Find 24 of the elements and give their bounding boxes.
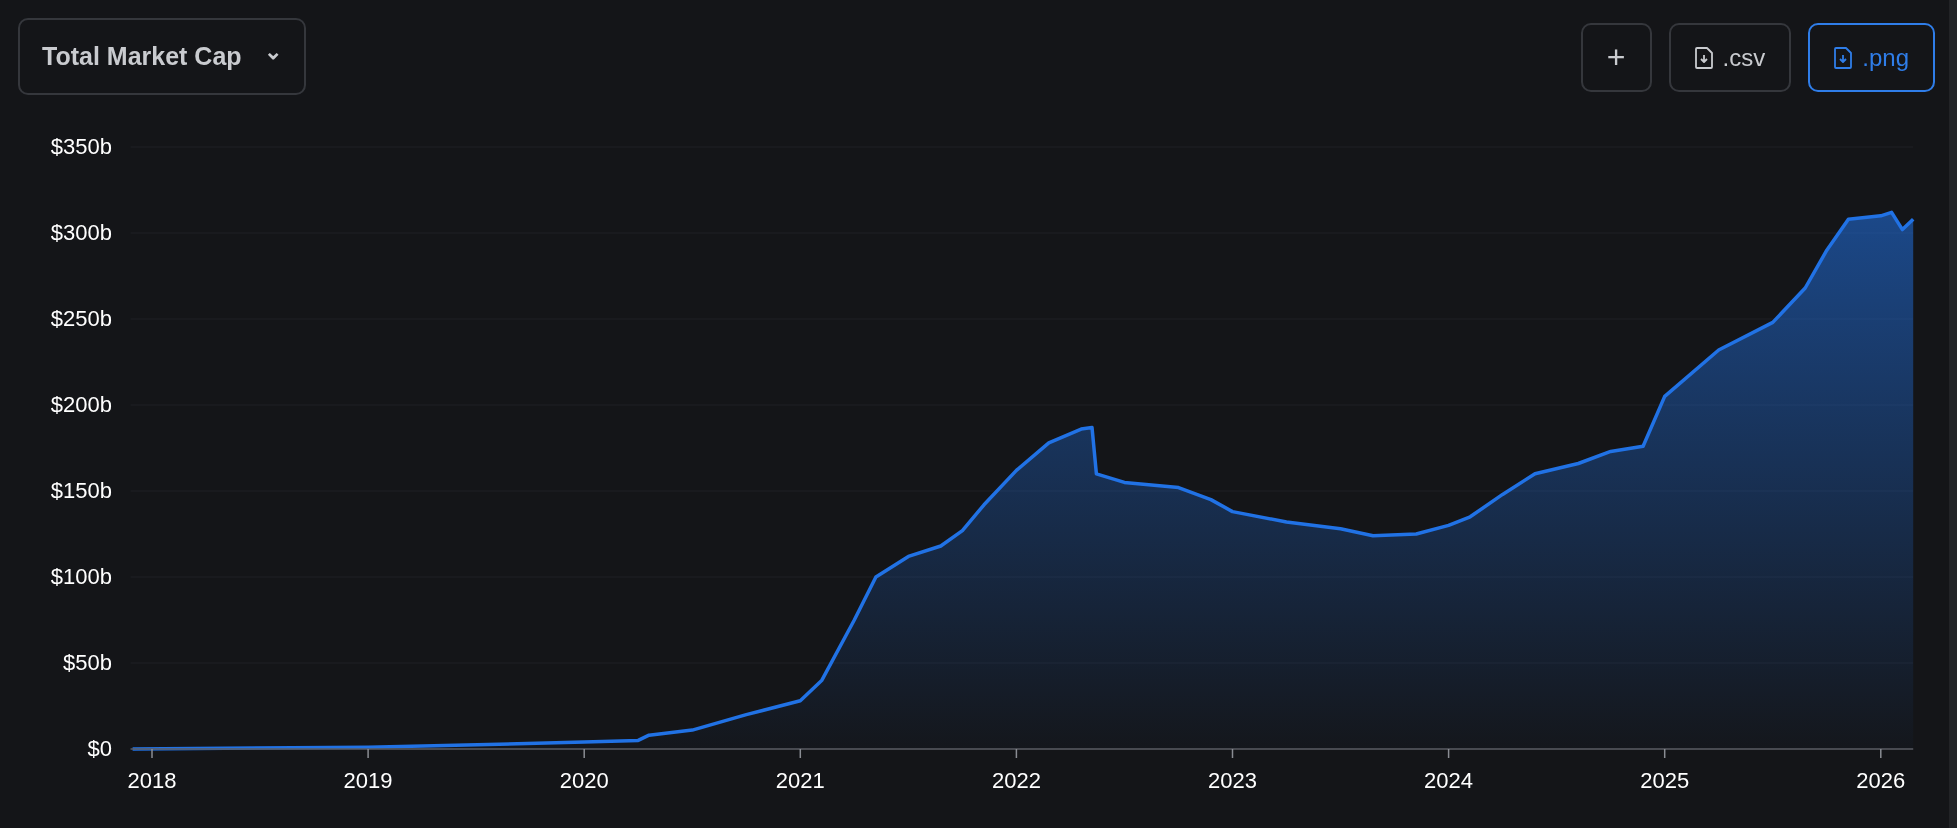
y-axis-label: $0 [87,736,112,761]
y-axis-label: $350b [50,134,112,159]
y-axis-label: $100b [50,564,112,589]
x-axis-label: 2023 [1208,768,1257,793]
x-axis-label: 2022 [991,768,1041,793]
download-file-icon [1694,46,1713,69]
x-axis-label: 2019 [343,768,393,793]
y-axis-label: $300b [50,220,112,245]
y-axis-label: $150b [50,478,112,503]
x-axis-label: 2025 [1640,768,1690,793]
x-axis-label: 2020 [559,768,609,793]
y-axis-label: $50b [63,650,112,675]
y-axis-label: $200b [50,392,112,417]
x-axis-label: 2021 [775,768,825,793]
y-axis-label: $250b [50,306,112,331]
download-button[interactable]: .png [1808,23,1935,92]
x-axis-label: 2026 [1856,768,1906,793]
download-button[interactable]: .csv [1668,23,1792,92]
add-button[interactable]: + [1580,23,1652,92]
download-file-icon [1834,46,1853,69]
caret-icon: ⌄ [263,40,282,63]
x-axis-label: 2018 [127,768,177,793]
metric-dropdown[interactable]: Total Market Cap ⌄ [18,18,306,95]
x-axis-label: 2024 [1424,768,1474,793]
